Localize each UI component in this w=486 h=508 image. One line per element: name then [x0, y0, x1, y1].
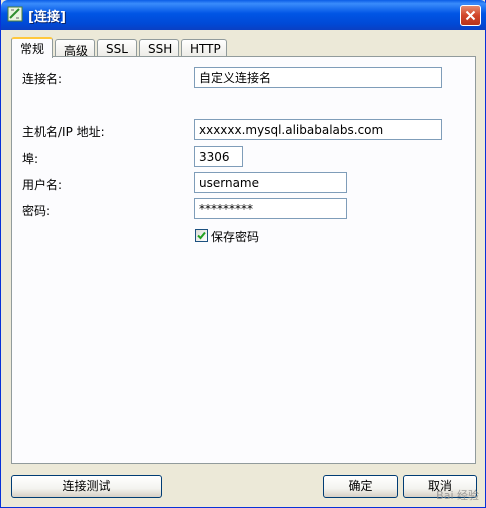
- save-password-label[interactable]: 保存密码: [211, 228, 259, 245]
- close-icon: [465, 10, 476, 21]
- test-connection-button[interactable]: 连接测试: [11, 475, 162, 498]
- tab-ssl[interactable]: SSL: [97, 39, 137, 57]
- title-bar[interactable]: [连接]: [1, 0, 486, 30]
- connection-app-icon: [7, 6, 23, 22]
- save-password-checkbox[interactable]: [195, 229, 208, 242]
- checkmark-icon: [197, 231, 206, 240]
- connection-name-input[interactable]: [194, 67, 442, 88]
- tab-advanced[interactable]: 高级: [55, 39, 95, 58]
- port-label: 埠:: [22, 152, 39, 166]
- general-tab-panel: 连接名: 主机名/IP 地址: 埠: 用户名: 密码: 保存密码: [11, 56, 476, 464]
- username-input[interactable]: [194, 172, 347, 193]
- password-input[interactable]: [194, 198, 347, 219]
- host-label: 主机名/IP 地址:: [22, 125, 105, 139]
- tab-general[interactable]: 常规: [11, 37, 53, 58]
- window-title: [连接]: [28, 10, 66, 25]
- username-label: 用户名:: [22, 178, 63, 192]
- tab-ssh[interactable]: SSH: [139, 39, 179, 57]
- connection-name-label: 连接名:: [22, 72, 63, 86]
- close-button[interactable]: [460, 5, 481, 26]
- host-input[interactable]: [194, 119, 442, 140]
- connection-dialog: [连接] 常规 高级 SSL SSH HTTP 连接名: 主机名/IP 地址: …: [0, 0, 486, 508]
- port-input[interactable]: [194, 146, 243, 167]
- password-label: 密码:: [22, 204, 51, 218]
- ok-button[interactable]: 确定: [323, 475, 398, 498]
- watermark: Bai 经验: [436, 489, 479, 502]
- tab-http[interactable]: HTTP: [181, 39, 227, 57]
